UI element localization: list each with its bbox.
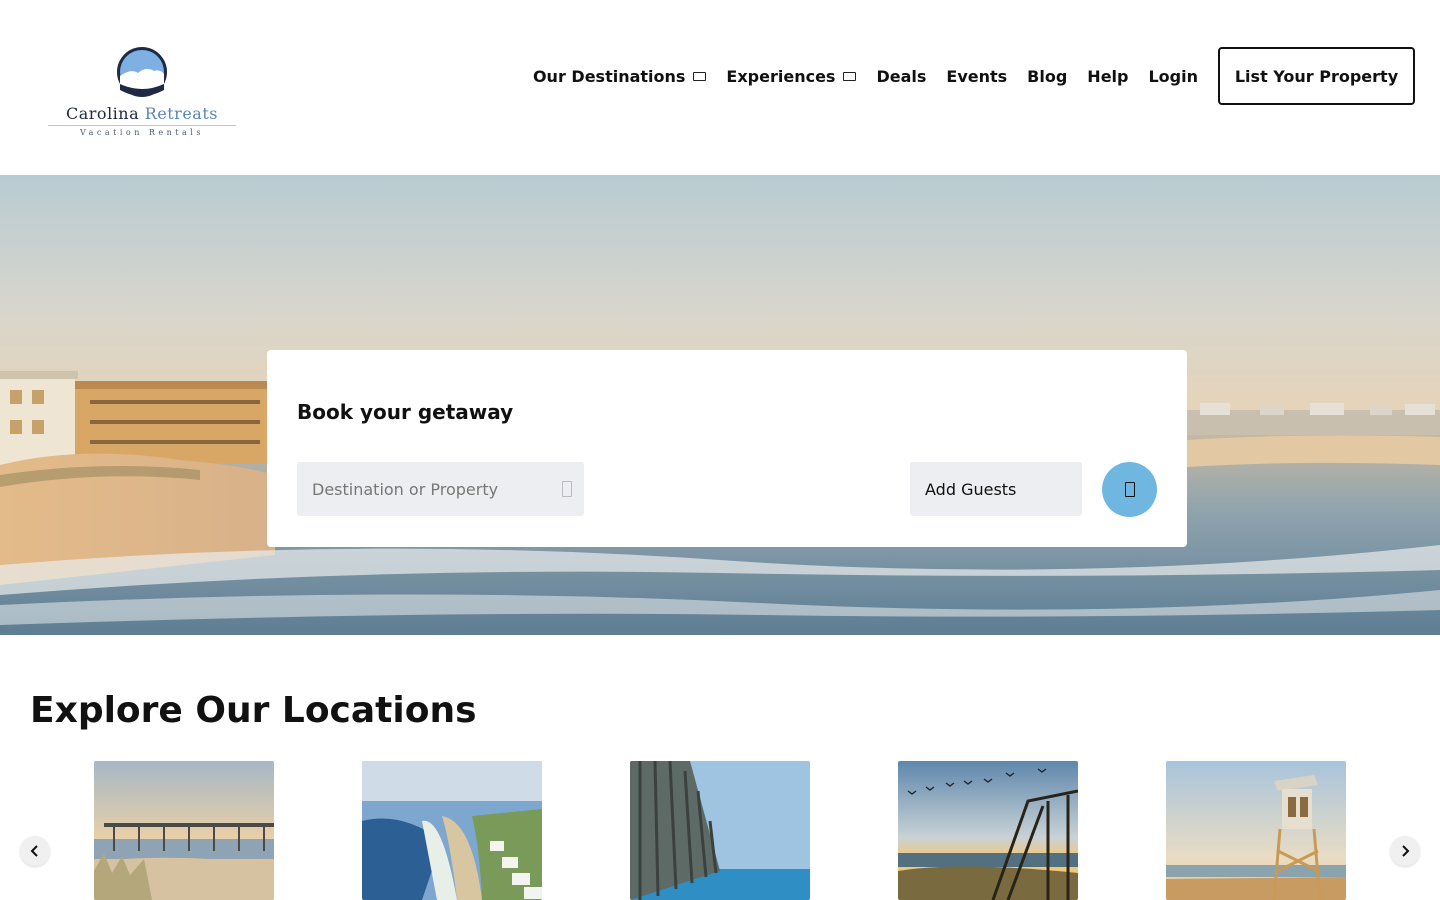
location-image xyxy=(362,761,542,900)
brand-name-part2: Retreats xyxy=(144,104,218,123)
location-card[interactable] xyxy=(898,761,1078,900)
nav-item-our-destinations[interactable]: Our Destinations xyxy=(532,66,707,86)
location-icon xyxy=(562,481,572,497)
nav-item-login[interactable]: Login xyxy=(1148,67,1198,86)
destination-input[interactable] xyxy=(312,479,552,499)
nav-item-experiences[interactable]: Experiences xyxy=(726,66,857,86)
brand-tagline: Vacation Rentals xyxy=(80,128,204,137)
search-icon xyxy=(1124,482,1135,497)
booking-widget: Book your getaway Add Guests xyxy=(267,350,1187,547)
location-card[interactable] xyxy=(630,761,810,900)
nav-label: Login xyxy=(1148,66,1198,86)
explore-title: Explore Our Locations xyxy=(30,690,477,731)
nav-item-blog[interactable]: Blog xyxy=(1027,67,1067,86)
dropdown-icon xyxy=(693,71,707,81)
nav-label: Help xyxy=(1087,66,1129,86)
carousel-prev-button[interactable] xyxy=(20,836,50,866)
brand-name: Carolina Retreats xyxy=(46,104,238,123)
main-nav: Our Destinations Experiences Deals Event… xyxy=(533,62,1198,90)
site-header: Carolina Retreats Vacation Rentals Our D… xyxy=(0,0,1440,175)
search-button[interactable] xyxy=(1102,462,1157,517)
nav-item-deals[interactable]: Deals xyxy=(876,67,926,86)
nav-label: Events xyxy=(946,66,1008,86)
location-card[interactable] xyxy=(1166,761,1346,900)
logo-divider xyxy=(48,125,236,126)
nav-label: Our Destinations xyxy=(532,66,686,86)
destination-field[interactable] xyxy=(297,462,584,516)
location-image xyxy=(630,761,810,900)
nav-item-events[interactable]: Events xyxy=(946,67,1007,86)
nav-label: Blog xyxy=(1027,66,1068,86)
nav-label: Experiences xyxy=(726,66,836,86)
location-card[interactable] xyxy=(94,761,274,900)
carousel-next-button[interactable] xyxy=(1390,836,1420,866)
list-your-property-button[interactable]: List Your Property xyxy=(1218,47,1415,105)
location-card[interactable] xyxy=(362,761,542,900)
add-guests-field[interactable]: Add Guests xyxy=(910,462,1082,516)
dropdown-icon xyxy=(843,71,857,81)
chevron-left-icon xyxy=(30,845,38,857)
booking-title: Book your getaway xyxy=(297,400,514,424)
chevron-right-icon xyxy=(1402,845,1410,857)
location-image xyxy=(898,761,1078,900)
logo-emblem-icon xyxy=(117,47,167,97)
nav-item-help[interactable]: Help xyxy=(1087,67,1128,86)
location-image xyxy=(94,761,274,900)
brand-logo[interactable]: Carolina Retreats Vacation Rentals xyxy=(46,46,238,142)
location-image xyxy=(1166,761,1346,900)
brand-name-part1: Carolina xyxy=(66,104,140,123)
nav-label: Deals xyxy=(876,66,927,86)
